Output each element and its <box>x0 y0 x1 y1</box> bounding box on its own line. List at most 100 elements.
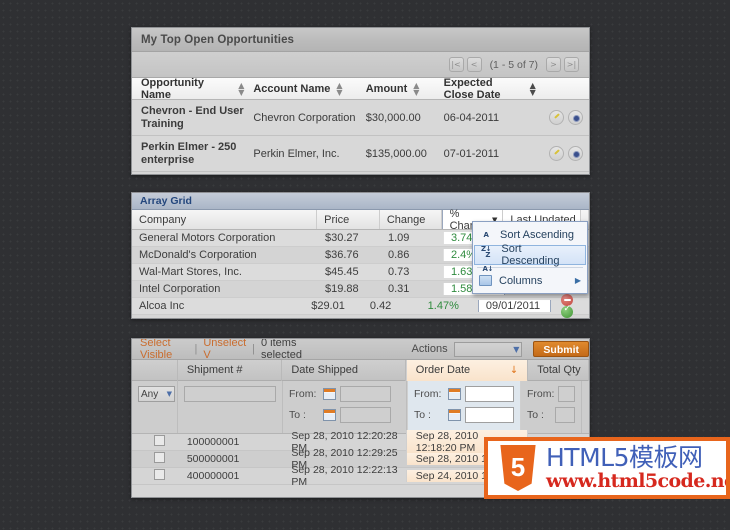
column-label: Account Name <box>253 82 331 95</box>
date-shipped-cell: Sep 28, 2010 12:22:13 PM <box>291 464 398 488</box>
account-name-cell: Chevron Corporation <box>253 111 356 124</box>
submit-button[interactable]: Submit <box>533 341 589 357</box>
opportunity-name-link[interactable]: Chevron - End User Training <box>132 105 244 131</box>
last-updated-cell: 09/01/2011 <box>478 300 552 312</box>
menu-item-label: Columns <box>499 274 543 287</box>
pagination-toolbar: |< < (1 - 5 of 7) > >| <box>132 52 589 78</box>
column-header-order-date[interactable]: Order Date ↓ <box>405 359 529 381</box>
sort-ascending-icon: A Z↓ <box>481 230 491 253</box>
view-eye-icon[interactable] <box>567 146 583 161</box>
pager-prev-button[interactable]: < <box>466 57 482 72</box>
row-checkbox[interactable] <box>154 452 165 463</box>
column-label: Opportunity Name <box>141 76 204 101</box>
shipment-filter-input[interactable] <box>184 386 276 402</box>
shipment-number-cell: 400000001 <box>186 470 240 482</box>
price-cell: $30.27 <box>325 232 359 244</box>
total-qty-to-input[interactable] <box>555 407 575 423</box>
menu-item-label: Sort Ascending <box>500 228 574 241</box>
pager-first-button[interactable]: |< <box>448 57 464 72</box>
sort-indicator-icon: ▲ ▼ <box>413 80 420 97</box>
pager-next-button[interactable]: > <box>546 57 561 72</box>
sort-descending-icon: ↓ <box>509 364 519 376</box>
actions-select[interactable]: ▼ <box>453 341 523 357</box>
view-eye-icon[interactable] <box>567 110 583 125</box>
menu-item-sort-ascending[interactable]: A Z↓ Sort Ascending <box>473 224 587 253</box>
opportunity-name-link[interactable]: Perkin Elmer - 250 enterprise <box>132 141 244 167</box>
from-label: From: <box>527 388 555 400</box>
chevron-down-icon: ▼ <box>166 390 172 398</box>
table-row[interactable]: Chevron - End User Training Chevron Corp… <box>132 100 589 136</box>
select-visible-link[interactable]: Select Visible <box>140 339 188 361</box>
column-header-date-shipped[interactable]: Date Shipped <box>282 359 406 381</box>
calendar-icon[interactable] <box>323 409 336 421</box>
company-cell: McDonald's Corporation <box>139 249 257 261</box>
company-cell: Intel Corporation <box>139 283 221 295</box>
pct-change-cell: 1.47% <box>421 300 479 312</box>
shipment-number-cell: 100000001 <box>186 436 240 448</box>
column-label: Order Date <box>415 363 471 376</box>
close-date-cell: 07-01-2011 <box>443 147 500 160</box>
edit-pencil-icon[interactable] <box>548 146 564 161</box>
menu-item-sort-descending[interactable]: Z A↓ Sort Descending <box>474 243 586 273</box>
watermark-text: HTML5模板网 www.html5code.net <box>546 445 726 491</box>
table-row[interactable]: Alcoa Inc $29.01 0.42 1.47% 09/01/2011 <box>132 294 589 319</box>
column-header-opportunity-name[interactable]: Opportunity Name ▲ ▼ <box>132 77 244 101</box>
column-header-company[interactable]: Company <box>132 210 318 229</box>
toolbar-separator: | <box>252 343 255 355</box>
column-header-total-qty[interactable]: Total Qty <box>528 359 589 381</box>
menu-item-label: Sort Descending <box>501 243 560 267</box>
close-date-cell: 06-04-2011 <box>443 111 500 124</box>
row-select-cell <box>132 435 178 449</box>
items-selected-label: 0 items selected <box>261 338 302 361</box>
date-shipped-from-row: From: <box>289 386 400 402</box>
pager-range-label: (1 - 5 of 7) <box>489 58 538 71</box>
match-type-value: Any <box>141 388 159 400</box>
column-header-expected-close-date[interactable]: Expected Close Date ▲ ▼ <box>435 77 536 101</box>
filter-order-date-cell: From: To : <box>407 381 521 433</box>
column-header-account-name[interactable]: Account Name ▲ ▼ <box>244 80 356 97</box>
shipments-toolbar: Select Visible | Unselect V | 0 items se… <box>132 338 589 361</box>
sort-ascending-icon: ▲ ▼ <box>529 80 536 97</box>
date-shipped-from-input[interactable] <box>340 386 391 402</box>
order-date-from-input[interactable] <box>465 386 514 402</box>
from-label: From: <box>414 388 442 400</box>
row-checkbox[interactable] <box>154 469 165 480</box>
sort-indicator-icon: ▲ ▼ <box>336 80 343 97</box>
change-cell: 0.86 <box>388 249 410 261</box>
change-cell: 0.42 <box>369 300 392 312</box>
column-header-amount[interactable]: Amount ▲ ▼ <box>357 80 435 97</box>
edit-pencil-icon[interactable] <box>548 110 564 125</box>
table-row[interactable]: Perkin Elmer - 250 enterprise Perkin Elm… <box>132 136 589 172</box>
toolbar-separator: | <box>194 343 198 355</box>
pager-last-button[interactable]: >| <box>564 57 579 72</box>
calendar-icon[interactable] <box>323 388 336 400</box>
column-header-price[interactable]: Price <box>317 210 380 229</box>
calendar-icon[interactable] <box>448 409 461 421</box>
total-qty-from-input[interactable] <box>558 386 575 402</box>
change-cell: 0.73 <box>388 266 410 278</box>
column-header-select <box>132 359 178 381</box>
row-status-actions <box>551 294 589 319</box>
approve-icon[interactable] <box>561 304 574 319</box>
column-header-shipment-number[interactable]: Shipment # <box>178 359 283 381</box>
company-cell: Wal-Mart Stores, Inc. <box>139 266 242 278</box>
order-date-to-input[interactable] <box>465 407 514 423</box>
unselect-visible-link[interactable]: Unselect V <box>203 339 246 361</box>
column-header-change[interactable]: Change <box>380 210 442 229</box>
to-label: To : <box>289 409 306 421</box>
row-checkbox[interactable] <box>154 435 165 446</box>
row-select-cell <box>132 452 178 466</box>
panel-title: My Top Open Opportunities <box>132 28 589 52</box>
order-date-to-row: To : <box>414 407 514 423</box>
row-actions <box>536 110 589 125</box>
price-cell: $29.01 <box>311 300 345 312</box>
match-type-select[interactable]: Any ▼ <box>138 386 175 402</box>
array-grid-title: Array Grid <box>132 193 589 210</box>
row-actions <box>536 146 589 161</box>
price-cell: $45.45 <box>325 266 359 278</box>
chevron-right-icon: ▶ <box>574 276 581 285</box>
date-shipped-to-input[interactable] <box>340 407 391 423</box>
price-cell: $19.88 <box>325 283 359 295</box>
calendar-icon[interactable] <box>448 388 461 400</box>
order-date-from-row: From: <box>414 386 514 402</box>
